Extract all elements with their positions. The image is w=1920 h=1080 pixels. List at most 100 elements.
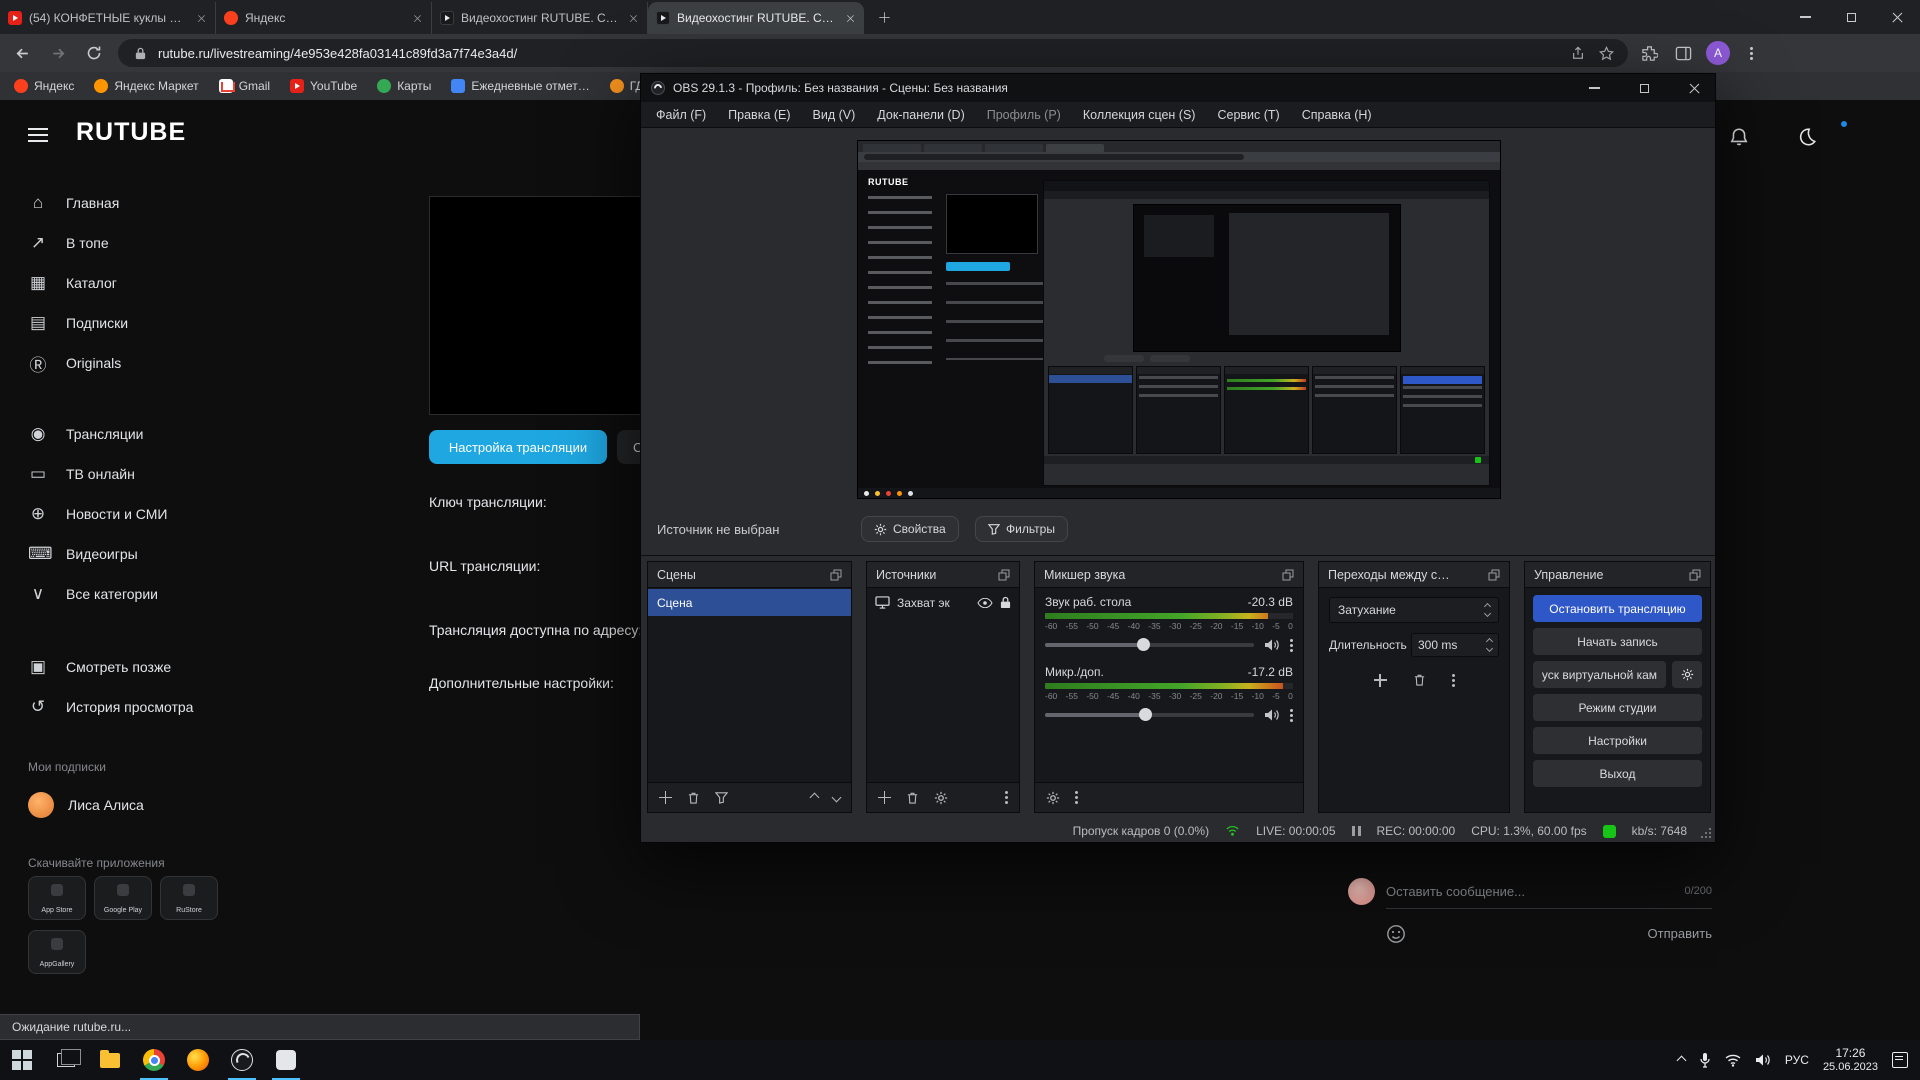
- appgallery-badge[interactable]: AppGallery: [28, 930, 86, 974]
- speaker-icon[interactable]: [1264, 708, 1280, 722]
- remove-scene-icon[interactable]: [687, 791, 700, 805]
- browser-profile-avatar[interactable]: A: [1706, 41, 1730, 65]
- obs-maximize-button[interactable]: [1623, 74, 1665, 102]
- properties-button[interactable]: Свойства: [861, 516, 959, 542]
- virtual-camera-button[interactable]: уск виртуальной кам: [1533, 661, 1666, 688]
- side-panel-icon[interactable]: [1670, 40, 1696, 66]
- bookmark-item[interactable]: Ежедневные отмет…: [451, 79, 589, 93]
- clock[interactable]: 17:26 25.06.2023: [1823, 1046, 1878, 1074]
- visibility-eye-icon[interactable]: [977, 598, 993, 608]
- sidebar-item-games[interactable]: ⌨Видеоигры: [0, 534, 260, 574]
- source-item[interactable]: Захват эк: [867, 589, 1019, 616]
- chat-send-button[interactable]: Отправить: [1648, 926, 1712, 941]
- task-view-button[interactable]: [44, 1040, 88, 1080]
- sidebar-item-news[interactable]: ⊕Новости и СМИ: [0, 494, 260, 534]
- google-play-badge[interactable]: Google Play: [94, 876, 152, 920]
- browser-tab[interactable]: (54) КОНФЕТНЫЕ куклы ЛОЛ С…: [0, 2, 216, 34]
- exit-button[interactable]: Выход: [1533, 760, 1702, 787]
- speaker-icon[interactable]: [1264, 638, 1280, 652]
- sources-menu-icon[interactable]: [1005, 796, 1008, 799]
- menu-tools[interactable]: Сервис (T): [1206, 108, 1290, 122]
- bookmark-item[interactable]: YouTube: [290, 79, 357, 93]
- browser-tab[interactable]: Видеохостинг RUTUBE. Смотри…: [432, 2, 648, 34]
- transitions-panel-header[interactable]: Переходы между с…: [1319, 562, 1509, 588]
- channel-menu-icon[interactable]: [1290, 644, 1293, 647]
- bookmark-star-icon[interactable]: [1596, 43, 1616, 63]
- sidebar-item-catalog[interactable]: ▦Каталог: [0, 263, 260, 303]
- volume-slider[interactable]: [1045, 643, 1254, 647]
- obs-preview-canvas[interactable]: RUTUBE: [858, 141, 1500, 498]
- app-store-badge[interactable]: App Store: [28, 876, 86, 920]
- scenes-panel-header[interactable]: Сцены: [648, 562, 851, 588]
- sidebar-item-top[interactable]: ↗В топе: [0, 223, 260, 263]
- site-info-icon[interactable]: [130, 43, 150, 63]
- start-recording-button[interactable]: Начать запись: [1533, 628, 1702, 655]
- maximize-button[interactable]: [1828, 0, 1874, 34]
- chat-message-input[interactable]: Оставить сообщение...: [1386, 884, 1525, 899]
- minimize-button[interactable]: [1782, 0, 1828, 34]
- menu-docks[interactable]: Док-панели (D): [866, 108, 975, 122]
- new-tab-button[interactable]: [870, 3, 898, 31]
- mixer-panel-header[interactable]: Микшер звука: [1035, 562, 1303, 588]
- obs-minimize-button[interactable]: [1573, 74, 1615, 102]
- forward-button[interactable]: [44, 39, 72, 67]
- remove-transition-icon[interactable]: [1413, 673, 1426, 687]
- popout-dock-icon[interactable]: [1488, 569, 1500, 581]
- sidebar-item-originals[interactable]: ⓇOriginals: [0, 343, 260, 383]
- tab-close-icon[interactable]: [198, 14, 206, 22]
- scene-item-selected[interactable]: Сцена: [648, 589, 851, 616]
- browser-tab[interactable]: Яндекс: [216, 2, 432, 34]
- address-bar[interactable]: rutube.ru/livestreaming/4e953e428fa03141…: [118, 39, 1628, 67]
- sidebar-item-all-categories[interactable]: ∨Все категории: [0, 574, 260, 614]
- transition-select[interactable]: Затухание: [1329, 597, 1499, 623]
- popout-dock-icon[interactable]: [998, 569, 1010, 581]
- add-transition-icon[interactable]: [1374, 674, 1387, 687]
- bookmark-item[interactable]: Gmail: [219, 79, 270, 93]
- language-indicator[interactable]: РУС: [1785, 1053, 1809, 1067]
- menu-scene-collection[interactable]: Коллекция сцен (S): [1072, 108, 1207, 122]
- back-button[interactable]: [8, 39, 36, 67]
- sidebar-item-watch-later[interactable]: ▣Смотреть позже: [0, 647, 260, 687]
- menu-help[interactable]: Справка (H): [1291, 108, 1383, 122]
- transition-menu-icon[interactable]: [1452, 679, 1455, 682]
- menu-profile[interactable]: Профиль (P): [976, 108, 1072, 122]
- emoji-smiley-icon[interactable]: [1386, 924, 1406, 944]
- scene-filters-icon[interactable]: [715, 791, 728, 804]
- menu-edit[interactable]: Правка (E): [717, 108, 801, 122]
- popout-dock-icon[interactable]: [830, 569, 842, 581]
- spinbox-arrows-icon[interactable]: [1487, 639, 1492, 651]
- source-properties-gear-icon[interactable]: [934, 791, 948, 805]
- app-window-icon[interactable]: [264, 1040, 308, 1080]
- menu-file[interactable]: Файл (F): [645, 108, 717, 122]
- virtual-camera-gear-icon[interactable]: [1672, 661, 1702, 688]
- sidebar-item-tv-online[interactable]: ▭ТВ онлайн: [0, 454, 260, 494]
- sidebar-item-subscriptions[interactable]: ▤Подписки: [0, 303, 260, 343]
- volume-icon[interactable]: [1755, 1053, 1771, 1067]
- menu-view[interactable]: Вид (V): [802, 108, 867, 122]
- stop-streaming-button[interactable]: Остановить трансляцию: [1533, 595, 1702, 622]
- studio-mode-button[interactable]: Режим студии: [1533, 694, 1702, 721]
- sources-panel-header[interactable]: Источники: [867, 562, 1019, 588]
- extensions-icon[interactable]: [1636, 40, 1662, 66]
- file-explorer-icon[interactable]: [88, 1040, 132, 1080]
- add-source-icon[interactable]: [878, 791, 891, 804]
- tab-close-icon[interactable]: [847, 14, 855, 22]
- sidebar-item-streams[interactable]: ◉Трансляции: [0, 414, 260, 454]
- settings-button[interactable]: Настройки: [1533, 727, 1702, 754]
- chrome-icon[interactable]: [132, 1040, 176, 1080]
- subscription-item[interactable]: Лиса Алиса: [0, 785, 260, 825]
- remove-source-icon[interactable]: [906, 791, 919, 805]
- obs-close-button[interactable]: [1673, 74, 1715, 102]
- rutube-logo[interactable]: RUTUBE: [76, 118, 186, 147]
- controls-panel-header[interactable]: Управление: [1525, 562, 1710, 588]
- bookmark-item[interactable]: Яндекс: [14, 79, 74, 93]
- advanced-audio-gear-icon[interactable]: [1046, 791, 1060, 805]
- rustore-badge[interactable]: RuStore: [160, 876, 218, 920]
- sidebar-item-home[interactable]: ⌂Главная: [0, 183, 260, 223]
- browser-menu-icon[interactable]: [1738, 40, 1764, 66]
- sidebar-item-history[interactable]: ↺История просмотра: [0, 687, 260, 727]
- network-wifi-icon[interactable]: [1725, 1054, 1741, 1067]
- mixer-menu-icon[interactable]: [1075, 796, 1078, 799]
- lock-icon[interactable]: [1000, 596, 1011, 609]
- tray-expand-icon[interactable]: [1676, 1055, 1686, 1065]
